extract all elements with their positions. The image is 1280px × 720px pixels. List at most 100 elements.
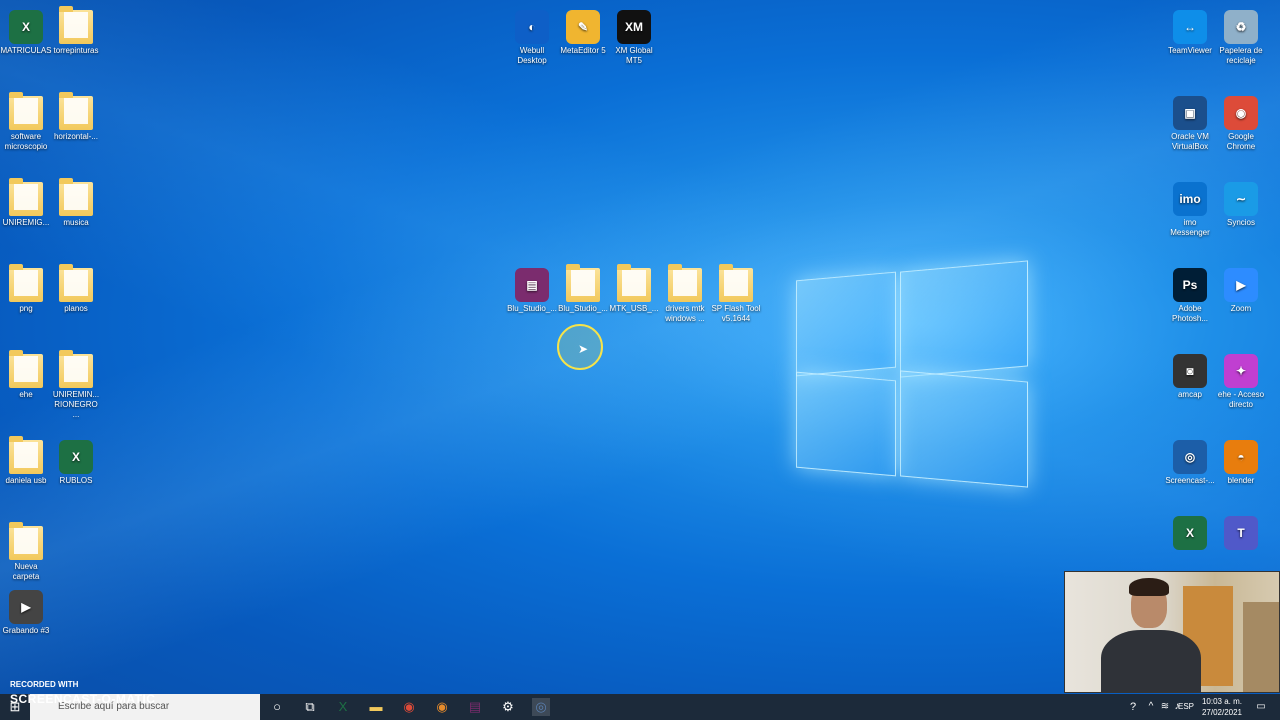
desktop-icon-right[interactable]: ▶ Zoom: [1215, 268, 1267, 314]
taskbar-cortana-icon[interactable]: ○: [268, 698, 286, 716]
icon-label: MATRICULAS: [0, 46, 52, 55]
taskbar-winrar-icon[interactable]: ▤: [466, 698, 484, 716]
mouse-cursor-icon: ➤: [578, 342, 589, 356]
desktop-icon-top[interactable]: XM XM Global MT5: [608, 10, 660, 66]
icon-label: daniela usb: [5, 476, 47, 485]
icon-label: MetaEditor 5: [560, 46, 606, 55]
webull-icon: ◐: [515, 10, 549, 44]
desktop-icon-middle[interactable]: MTK_USB_...: [608, 264, 660, 314]
desktop-icon-right[interactable]: ◙ amcap: [1164, 354, 1216, 400]
folder-icon: [719, 264, 753, 302]
icon-label: torrepinturas: [53, 46, 99, 55]
clock-date: 27/02/2021: [1201, 708, 1242, 717]
excel-file-icon: X: [9, 10, 43, 44]
taskbar: ⊞ Escribe aquí para buscar ○ ⧉ X ▬ ◉ ◉ ▤ ⚙ ◎ ? ^…: [0, 694, 1280, 720]
desktop-icon-middle[interactable]: Blu_Studio_...: [557, 264, 609, 314]
icon-label: SP Flash Tool v5.1644: [711, 304, 761, 323]
icon-label: Oracle VM VirtualBox: [1171, 132, 1209, 151]
icon-label: Papelera de reciclaje: [1219, 46, 1263, 65]
desktop-icon-middle[interactable]: SP Flash Tool v5.1644: [710, 264, 762, 324]
clock-time: 10:03 a. m.: [1201, 697, 1242, 706]
icon-label: amcap: [1177, 390, 1202, 399]
taskbar-settings-icon[interactable]: ⚙: [499, 698, 517, 716]
desktop-icon-middle[interactable]: ▤ Blu_Studio_...: [506, 268, 558, 314]
icon-label: Webull Desktop: [517, 46, 547, 65]
taskbar-chrome-alt-icon[interactable]: ◉: [433, 698, 451, 716]
screencast-icon: ◎: [1173, 440, 1207, 474]
desktop-icon-right[interactable]: ◓ blender: [1215, 440, 1267, 486]
icon-label: Screencast-...: [1165, 476, 1215, 485]
icon-label: XM Global MT5: [615, 46, 653, 65]
desktop-icon-middle[interactable]: drivers mtk windows ...: [659, 264, 711, 324]
desktop-icon-left[interactable]: X RUBLOS: [50, 440, 102, 486]
folder-icon: [59, 92, 93, 130]
desktop-icon-right[interactable]: ✦ ehe - Acceso directo: [1215, 354, 1267, 410]
icon-label: drivers mtk windows ...: [665, 304, 705, 323]
desktop-icon-left[interactable]: horizontal-...: [50, 92, 102, 142]
icon-label: MTK_USB_...: [609, 304, 659, 313]
chrome-icon: ◉: [1224, 96, 1258, 130]
folder-icon: [617, 264, 651, 302]
desktop-icon-right[interactable]: ♻ Papelera de reciclaje: [1215, 10, 1267, 66]
desktop-icon-right[interactable]: imo imo Messenger: [1164, 182, 1216, 238]
desktop-icon-left[interactable]: planos: [50, 264, 102, 314]
desktop-icon-left[interactable]: UNIREMIN... RIONEGRO ...: [50, 350, 102, 420]
icon-label: Syncios: [1226, 218, 1255, 227]
desktop-icon-left[interactable]: X MATRICULAS: [0, 10, 52, 56]
metaeditor-icon: ✎: [566, 10, 600, 44]
notifications-icon[interactable]: ▭: [1252, 698, 1270, 716]
desktop-icon-left[interactable]: ▶ Grabando #3: [0, 590, 52, 636]
blender-icon: ◓: [1224, 440, 1258, 474]
icon-label: Nueva carpeta: [12, 562, 40, 581]
folder-icon: [566, 264, 600, 302]
desktop-icon-right[interactable]: T: [1215, 516, 1267, 552]
imo-icon: imo: [1173, 182, 1207, 216]
windows-logo-wallpaper: [796, 256, 1028, 494]
icon-label: UNIREMIN... RIONEGRO ...: [52, 390, 100, 419]
shortcut-icon: ✦: [1224, 354, 1258, 388]
taskbar-task-view-icon[interactable]: ⧉: [301, 698, 319, 716]
icon-label: Blu_Studio_...: [507, 304, 557, 313]
icon-label: planos: [64, 304, 88, 313]
help-icon[interactable]: ?: [1124, 698, 1142, 716]
excel-file-icon: X: [59, 440, 93, 474]
clock[interactable]: 10:03 a. m. 27/02/2021: [1202, 696, 1242, 718]
icon-label: UNIREMIG...: [2, 218, 50, 227]
desktop-icon-left[interactable]: UNIREMIG...: [0, 178, 52, 228]
icon-label: Zoom: [1230, 304, 1252, 313]
desktop-icon-left[interactable]: musica: [50, 178, 102, 228]
desktop-icon-right[interactable]: ∼ Syncios: [1215, 182, 1267, 228]
desktop-icon-right[interactable]: ↔ TeamViewer: [1164, 10, 1216, 56]
desktop-icon-top[interactable]: ◐ Webull Desktop: [506, 10, 558, 66]
teamviewer-icon: ↔: [1173, 10, 1207, 44]
taskbar-excel-icon[interactable]: X: [334, 698, 352, 716]
desktop-icon-right[interactable]: Ps Adobe Photosh...: [1164, 268, 1216, 324]
folder-icon: [59, 264, 93, 302]
icon-label: Google Chrome: [1226, 132, 1256, 151]
taskbar-chrome-icon[interactable]: ◉: [400, 698, 418, 716]
icon-label: blender: [1227, 476, 1255, 485]
folder-icon: [668, 264, 702, 302]
icon-label: software microscopio: [4, 132, 48, 151]
icon-label: RUBLOS: [59, 476, 93, 485]
taskbar-file-explorer-icon[interactable]: ▬: [367, 698, 385, 716]
desktop-icon-right[interactable]: ◎ Screencast-...: [1164, 440, 1216, 486]
excel-file-icon: X: [1173, 516, 1207, 550]
desktop-icon-left[interactable]: png: [0, 264, 52, 314]
taskbar-screencast-icon[interactable]: ◎: [532, 698, 550, 716]
desktop-icon-left[interactable]: Nueva carpeta: [0, 522, 52, 582]
desktop-icon-left[interactable]: ehe: [0, 350, 52, 400]
desktop-icon-top[interactable]: ✎ MetaEditor 5: [557, 10, 609, 56]
desktop-icon-left[interactable]: torrepinturas: [50, 6, 102, 56]
desktop-icon-right[interactable]: X: [1164, 516, 1216, 552]
icon-label: horizontal-...: [53, 132, 99, 141]
desktop-icon-right[interactable]: ◉ Google Chrome: [1215, 96, 1267, 152]
syncios-icon: ∼: [1224, 182, 1258, 216]
icon-label: png: [19, 304, 33, 313]
xm-icon: XM: [617, 10, 651, 44]
desktop-icon-left[interactable]: daniela usb: [0, 436, 52, 486]
winrar-icon: ▤: [515, 268, 549, 302]
desktop-icon-left[interactable]: software microscopio: [0, 92, 52, 152]
language-indicator[interactable]: ESP: [1176, 698, 1196, 716]
desktop-icon-right[interactable]: ▣ Oracle VM VirtualBox: [1164, 96, 1216, 152]
